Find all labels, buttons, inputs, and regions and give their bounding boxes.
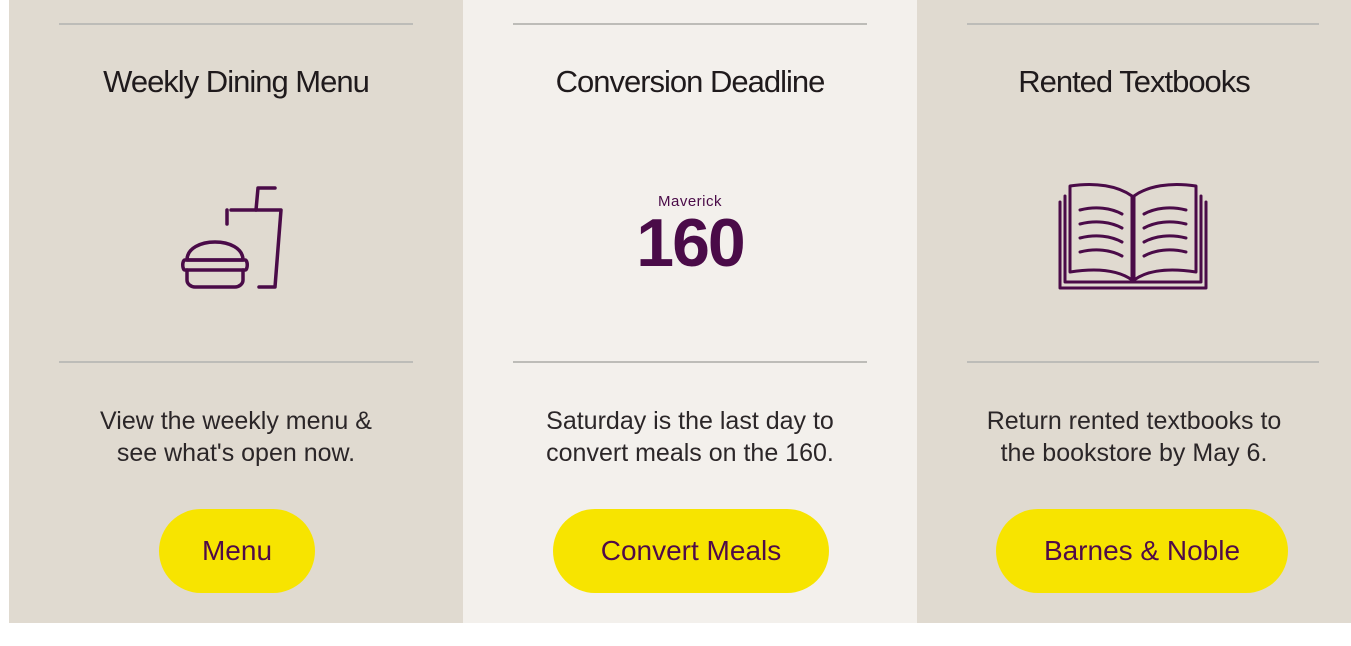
logo-big-text: 160 bbox=[636, 205, 745, 281]
divider bbox=[967, 23, 1319, 25]
barnes-noble-button[interactable]: Barnes & Noble bbox=[996, 509, 1288, 593]
dining-menu-card: Weekly Dining Menu View the weekly menu … bbox=[9, 0, 463, 623]
rented-textbooks-card: Rented Textbooks Return rented textbooks… bbox=[917, 0, 1351, 623]
menu-button[interactable]: Menu bbox=[159, 509, 315, 593]
card-description: Return rented textbooks to the bookstore… bbox=[917, 405, 1351, 469]
card-title: Weekly Dining Menu bbox=[103, 64, 370, 99]
divider bbox=[513, 361, 867, 363]
convert-meals-button[interactable]: Convert Meals bbox=[553, 509, 829, 593]
burger-drink-icon bbox=[9, 170, 463, 300]
card-description: View the weekly menu & see what's open n… bbox=[9, 405, 463, 469]
divider bbox=[59, 361, 413, 363]
description-line: the bookstore by May 6. bbox=[1000, 439, 1268, 467]
description-line: convert meals on the 160. bbox=[546, 439, 834, 467]
description-line: Saturday is the last day to bbox=[546, 407, 834, 435]
open-book-icon bbox=[917, 170, 1351, 300]
card-description: Saturday is the last day to convert meal… bbox=[463, 405, 917, 469]
card-title: Conversion Deadline bbox=[555, 64, 826, 99]
info-cards: Weekly Dining Menu View the weekly menu … bbox=[9, 0, 1351, 623]
divider bbox=[513, 23, 867, 25]
divider bbox=[967, 361, 1319, 363]
card-title: Rented Textbooks bbox=[1018, 64, 1251, 99]
description-line: see what's open now. bbox=[116, 439, 356, 467]
divider bbox=[59, 23, 413, 25]
maverick-160-logo: Maverick 160 bbox=[463, 170, 917, 300]
description-line: View the weekly menu & bbox=[100, 407, 372, 435]
conversion-deadline-card: Conversion Deadline Maverick 160 Saturda… bbox=[463, 0, 917, 623]
description-line: Return rented textbooks to bbox=[986, 407, 1282, 435]
